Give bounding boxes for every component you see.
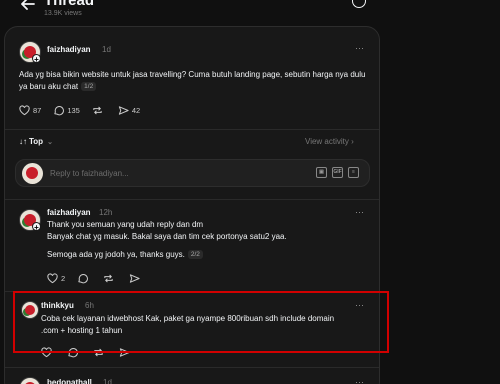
post-menu-icon[interactable]: ···: [355, 43, 364, 53]
comment-icon: [54, 106, 65, 116]
post-text: Ada yg bisa bikin website untuk jasa tra…: [19, 70, 366, 91]
divider: [5, 129, 379, 130]
view-count: 13.9K views: [44, 10, 82, 17]
composer-tools: ▣ GIF ≡: [316, 167, 364, 178]
reply-text: Thank you semuan yang udah reply dan dm: [47, 220, 204, 229]
username[interactable]: bedonathall: [47, 378, 92, 384]
image-icon[interactable]: ▣: [316, 167, 327, 178]
post-menu-icon[interactable]: ···: [355, 207, 364, 217]
avatar: [22, 163, 43, 184]
like-count: 87: [33, 106, 42, 115]
repost-icon: [93, 106, 102, 115]
avatar[interactable]: [19, 377, 41, 384]
timestamp: 1d: [103, 378, 112, 384]
follow-plus-icon[interactable]: +: [32, 54, 41, 64]
more-options-icon[interactable]: ···: [352, 0, 366, 8]
back-arrow-icon[interactable]: [18, 0, 38, 14]
repost-button[interactable]: [92, 105, 106, 116]
timestamp: 1d: [102, 45, 111, 54]
follow-plus-icon[interactable]: +: [32, 222, 41, 232]
reply-input[interactable]: [50, 167, 270, 180]
divider: [5, 199, 379, 200]
page-title: Thread: [44, 0, 95, 9]
page-indicator: 2/2: [187, 250, 203, 259]
like-button[interactable]: 87: [19, 105, 41, 116]
share-button[interactable]: 42: [118, 105, 140, 116]
send-icon: [130, 274, 140, 283]
sort-icon: ↓↑: [19, 137, 27, 146]
sort-dropdown[interactable]: ↓↑ Top ⌄: [19, 137, 53, 146]
share-button[interactable]: [129, 273, 143, 284]
chevron-down-icon: ⌄: [47, 138, 53, 146]
like-count: 2: [61, 274, 66, 283]
divider: [5, 367, 379, 368]
top-bar: Thread 13.9K views ···: [0, 0, 500, 24]
username[interactable]: faizhadiyan: [47, 208, 91, 217]
heart-icon: [47, 273, 58, 284]
chevron-right-icon: ›: [351, 137, 354, 146]
share-count: 42: [131, 106, 141, 115]
page-indicator: 1/2: [81, 82, 97, 91]
reply-text: Banyak chat yg masuk. Bakal saya dan tim…: [47, 232, 287, 241]
post-actions: 87 135 42: [19, 105, 152, 116]
highlight-box: [13, 291, 389, 353]
send-icon: [118, 106, 129, 115]
list-icon[interactable]: ≡: [348, 167, 359, 178]
post-actions: 2: [47, 273, 155, 284]
timestamp: 12h: [99, 208, 113, 217]
comment-icon: [78, 274, 89, 284]
comment-count: 135: [67, 106, 80, 115]
post-menu-icon[interactable]: ···: [355, 377, 364, 384]
view-activity-link[interactable]: View activity ›: [305, 137, 354, 146]
repost-button[interactable]: [103, 273, 117, 284]
like-button[interactable]: 2: [47, 273, 65, 284]
repost-icon: [104, 274, 113, 283]
gif-icon[interactable]: GIF: [332, 167, 343, 178]
reply-composer[interactable]: ▣ GIF ≡: [15, 159, 370, 187]
reply-text: Semoga ada yg jodoh ya, thanks guys. 2/2: [47, 249, 203, 261]
comment-button[interactable]: [77, 273, 91, 284]
comment-button[interactable]: 135: [53, 105, 80, 116]
username[interactable]: faizhadiyan: [47, 45, 91, 54]
heart-icon: [19, 105, 30, 116]
